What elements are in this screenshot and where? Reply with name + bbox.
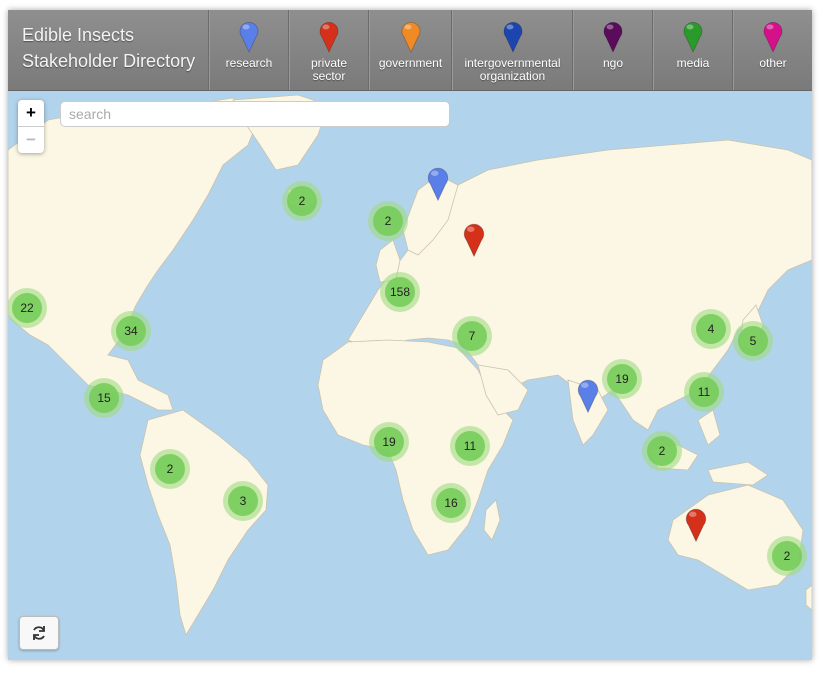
filter-label: intergovernmental organization: [464, 56, 561, 83]
filter-label: media: [676, 56, 710, 70]
cluster-count: 19: [374, 427, 404, 457]
marker-cluster[interactable]: 15: [84, 378, 124, 418]
marker-cluster[interactable]: 2: [368, 201, 408, 241]
map-pin-icon: [761, 19, 785, 53]
marker-cluster[interactable]: 2: [642, 431, 682, 471]
cluster-count: 2: [772, 541, 802, 571]
filter-research[interactable]: research: [208, 10, 289, 90]
cluster-count: 19: [607, 364, 637, 394]
cluster-count: 3: [228, 486, 258, 516]
cluster-count: 15: [89, 383, 119, 413]
zoom-in-button[interactable]: +: [18, 100, 44, 127]
cluster-count: 2: [647, 436, 677, 466]
title-line-2: Stakeholder Directory: [22, 51, 196, 71]
marker-cluster[interactable]: 158: [380, 272, 420, 312]
filter-intergovernmental-organization[interactable]: intergovernmental organization: [451, 10, 573, 90]
marker-cluster[interactable]: 3: [223, 481, 263, 521]
cluster-count: 158: [385, 277, 415, 307]
cluster-count: 2: [373, 206, 403, 236]
marker-cluster[interactable]: 4: [691, 309, 731, 349]
cluster-count: 34: [116, 316, 146, 346]
marker-cluster[interactable]: 2: [150, 449, 190, 489]
marker-cluster[interactable]: 7: [452, 316, 492, 356]
marker-cluster[interactable]: 34: [111, 311, 151, 351]
marker-cluster[interactable]: 2: [282, 181, 322, 221]
app-title: Edible Insects Stakeholder Directory: [22, 22, 195, 74]
filter-label: ngo: [602, 56, 624, 70]
cluster-count: 4: [696, 314, 726, 344]
map-app: Edible Insects Stakeholder Directory res…: [8, 10, 812, 660]
filter-government[interactable]: government: [368, 10, 452, 90]
cluster-count: 11: [689, 377, 719, 407]
cluster-count: 22: [12, 293, 42, 323]
cluster-count: 2: [155, 454, 185, 484]
filter-label: other: [759, 56, 787, 70]
filter-media[interactable]: media: [652, 10, 733, 90]
cluster-count: 11: [455, 431, 485, 461]
map-marker-private-sector[interactable]: [461, 220, 487, 258]
map-marker-private-sector[interactable]: [683, 505, 709, 543]
marker-cluster[interactable]: 2: [767, 536, 807, 576]
title-line-1: Edible Insects: [22, 25, 135, 45]
map-pin-icon: [317, 19, 341, 53]
marker-cluster[interactable]: 22: [8, 288, 47, 328]
cluster-count: 7: [457, 321, 487, 351]
filter-private-sector[interactable]: private sector: [288, 10, 369, 90]
refresh-icon: [33, 626, 45, 640]
map-pin-icon: [601, 19, 625, 53]
zoom-out-button[interactable]: −: [18, 127, 44, 153]
filter-other[interactable]: other: [732, 10, 812, 90]
marker-cluster[interactable]: 11: [684, 372, 724, 412]
map-pin-icon: [399, 19, 423, 53]
filter-label: government: [378, 56, 443, 70]
map-pin-icon: [681, 19, 705, 53]
search-input[interactable]: [60, 101, 450, 127]
map-pin-icon: [237, 19, 261, 53]
marker-cluster[interactable]: 16: [431, 483, 471, 523]
marker-cluster[interactable]: 5: [733, 321, 773, 361]
marker-cluster[interactable]: 19: [369, 422, 409, 462]
zoom-control: + −: [18, 100, 44, 153]
cluster-count: 16: [436, 488, 466, 518]
marker-cluster[interactable]: 19: [602, 359, 642, 399]
filter-ngo[interactable]: ngo: [572, 10, 653, 90]
cluster-count: 5: [738, 326, 768, 356]
filter-label: private sector: [310, 56, 348, 83]
filter-label: research: [225, 56, 273, 70]
refresh-button[interactable]: [19, 616, 59, 650]
map-marker-research[interactable]: [425, 164, 451, 202]
map-marker-research[interactable]: [575, 376, 601, 414]
marker-cluster[interactable]: 11: [450, 426, 490, 466]
map-pin-icon: [501, 19, 525, 53]
cluster-count: 2: [287, 186, 317, 216]
